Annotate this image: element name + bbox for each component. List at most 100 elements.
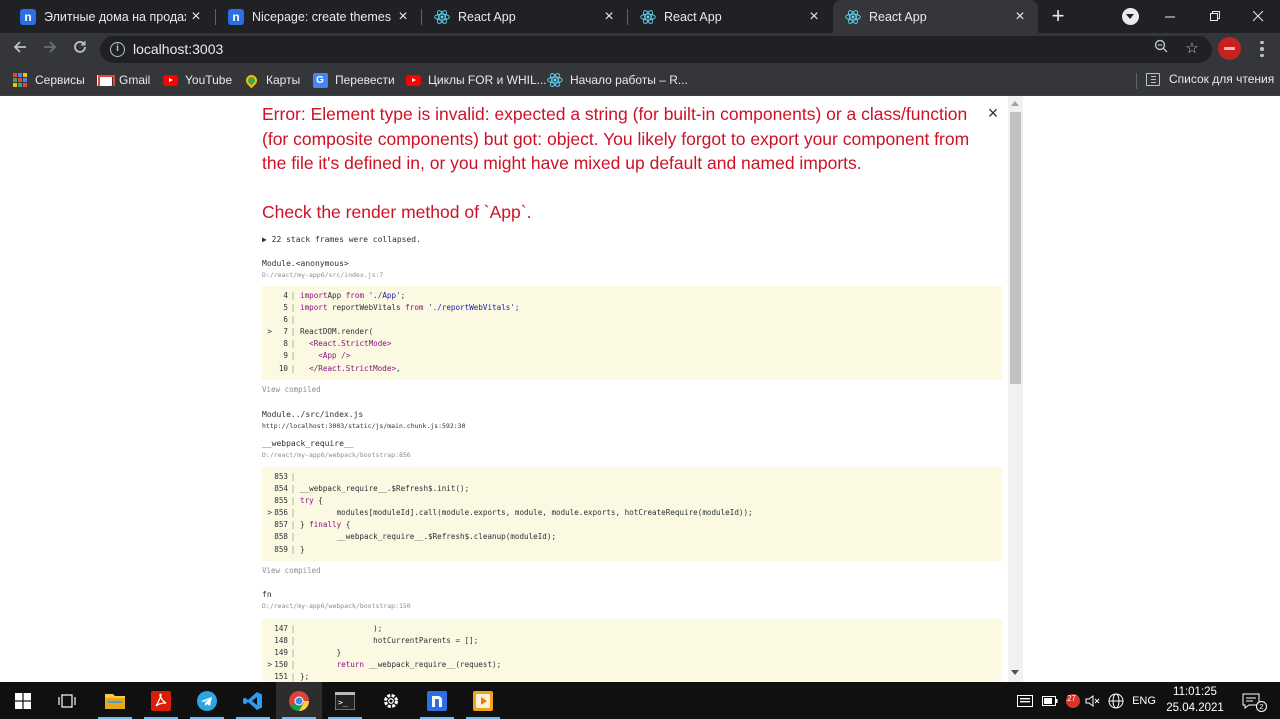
page-viewport: Error: Element type is invalid: expected… [0, 96, 1280, 682]
telegram-icon[interactable] [184, 682, 230, 719]
view-compiled-link[interactable]: View compiled [262, 385, 321, 394]
terminal-icon[interactable]: >_ [322, 682, 368, 719]
current-line-marker [262, 495, 272, 507]
line-source: </React.StrictMode>, [309, 363, 401, 373]
current-line-marker: > [267, 327, 272, 337]
current-line-marker: > [267, 660, 272, 670]
close-tab-icon[interactable]: × [186, 7, 206, 27]
file-explorer-icon[interactable] [92, 682, 138, 719]
bookmark-maps[interactable]: Карты [243, 71, 300, 89]
line-source: return __webpack_require__(request); [336, 660, 502, 670]
code-line: 853 | [262, 471, 1002, 483]
line-number: 151 [274, 672, 288, 682]
current-line-marker [262, 471, 272, 483]
stack-frame-function: __webpack_require__ [262, 439, 354, 448]
system-clock[interactable]: 11:01:25 25.04.2021 [1160, 685, 1230, 716]
site-info-icon[interactable]: i [110, 42, 125, 57]
bookmark-youtube[interactable]: YouTube [162, 71, 232, 89]
forward-button[interactable] [38, 37, 62, 61]
reading-list-icon [1146, 72, 1160, 86]
close-tab-icon[interactable]: × [393, 7, 413, 27]
reading-list-label: Список для чтения [1169, 72, 1275, 86]
battery-icon[interactable] [1039, 682, 1061, 719]
browser-menu-icon[interactable] [1252, 37, 1272, 61]
collapsed-frames-toggle[interactable]: ▶ 22 stack frames were collapsed. [262, 235, 421, 244]
bookmark-cycles-video[interactable]: Циклы FOR и WHIL... [405, 71, 547, 89]
close-overlay-button[interactable]: × [986, 104, 1000, 122]
settings-icon[interactable] [368, 682, 414, 719]
zoom-icon[interactable] [1151, 39, 1171, 59]
close-window-icon[interactable] [1238, 0, 1278, 33]
stack-frame-file[interactable]: D:/react/my-app6/webpack/bootstrap:150 [262, 602, 411, 610]
bookmark-services[interactable]: Сервисы [12, 71, 85, 89]
stack-frame-function: fn [262, 590, 272, 599]
address-bar[interactable]: i localhost:3003 ☆ [100, 36, 1212, 63]
browser-tab[interactable]: React App × [422, 0, 627, 33]
keyboard-tray-icon[interactable] [1014, 682, 1036, 719]
minimize-icon[interactable] [1150, 0, 1190, 33]
vscode-icon[interactable] [230, 682, 276, 719]
browser-tab[interactable]: React App × [628, 0, 832, 33]
bookmark-react-start[interactable]: Начало работы – R... [547, 71, 688, 89]
current-line-marker [262, 519, 272, 531]
windows-taskbar: >_ 27 ENG 11:01:25 25.04.2021 2 [0, 682, 1280, 719]
network-globe-icon[interactable] [1105, 682, 1127, 719]
stack-frame-file[interactable]: D:/react/my-app6/src/index.js:7 [262, 271, 383, 279]
bookmark-star-icon[interactable]: ☆ [1182, 39, 1202, 59]
volume-muted-icon[interactable] [1083, 682, 1103, 719]
close-tab-icon[interactable]: × [599, 7, 619, 27]
line-number: 150 [274, 660, 288, 670]
browser-tab-active[interactable]: React App × [833, 0, 1038, 33]
page-scrollbar[interactable] [1008, 96, 1023, 682]
media-player-icon[interactable] [460, 682, 506, 719]
line-source: modules[moduleId].call(module.exports, m… [300, 508, 753, 518]
line-gutter: | [290, 351, 296, 361]
bookmark-label: Карты [266, 73, 301, 87]
notification-count: 2 [1256, 701, 1267, 712]
browser-tab[interactable]: n Элитные дома на продажу l × [8, 0, 214, 33]
line-number: 147 [274, 624, 288, 633]
bookmark-label: Перевести [335, 73, 395, 87]
chrome-icon[interactable] [276, 682, 322, 719]
current-line-marker [262, 483, 272, 495]
close-tab-icon[interactable]: × [804, 7, 824, 27]
scroll-up-arrow-icon[interactable] [1011, 101, 1019, 106]
stack-frame-file[interactable]: http://localhost:3003/static/js/main.chu… [262, 422, 466, 430]
bookmarks-divider [1136, 73, 1137, 89]
profile-avatar[interactable] [1218, 37, 1241, 60]
bookmark-translate[interactable]: G Перевести [312, 71, 395, 89]
view-compiled-link[interactable]: View compiled [262, 566, 321, 575]
url-text[interactable]: localhost:3003 [133, 41, 223, 57]
new-tab-button[interactable]: + [1046, 5, 1070, 29]
close-tab-icon[interactable]: × [1010, 7, 1030, 27]
task-view-icon[interactable] [44, 682, 90, 719]
line-source: __webpack_require__.$Refresh$.init(); [300, 484, 470, 494]
windows-start-icon[interactable] [0, 682, 46, 719]
acrobat-icon[interactable] [138, 682, 184, 719]
action-center-icon[interactable]: 2 [1236, 682, 1267, 719]
code-line: 9 | <App /> [262, 350, 1002, 362]
tab-title: React App [664, 9, 722, 24]
stack-frame-function: Module.<anonymous> [262, 259, 349, 268]
tab-search-icon[interactable] [1122, 8, 1139, 25]
restore-icon[interactable] [1195, 0, 1235, 33]
line-source: } finally { [300, 520, 351, 530]
tab-title: Nicepage: create themes and [252, 9, 393, 24]
scroll-down-arrow-icon[interactable] [1011, 670, 1019, 675]
line-gutter: | [290, 636, 296, 646]
back-button[interactable] [8, 37, 32, 61]
svg-text:>_: >_ [338, 698, 348, 707]
line-source: importApp from './App'; [300, 291, 406, 300]
nicepage-icon[interactable] [414, 682, 460, 719]
reading-list-button[interactable]: Список для чтения [1146, 72, 1274, 86]
reload-button[interactable] [68, 37, 92, 61]
notification-badge-icon[interactable]: 27 [1062, 682, 1084, 719]
scrollbar-thumb[interactable] [1010, 112, 1021, 384]
bookmark-gmail[interactable]: Gmail [96, 71, 150, 89]
code-line: >856 | modules[moduleId].call(module.expo… [262, 507, 1002, 519]
language-indicator[interactable]: ENG [1128, 682, 1160, 719]
code-line: 148 | hotCurrentParents = []; [262, 635, 1002, 647]
stack-frame-file[interactable]: D:/react/my-app6/webpack/bootstrap:856 [262, 451, 411, 459]
code-line: 4 | importApp from './App'; [262, 290, 1002, 302]
browser-tab[interactable]: n Nicepage: create themes and × [216, 0, 421, 33]
